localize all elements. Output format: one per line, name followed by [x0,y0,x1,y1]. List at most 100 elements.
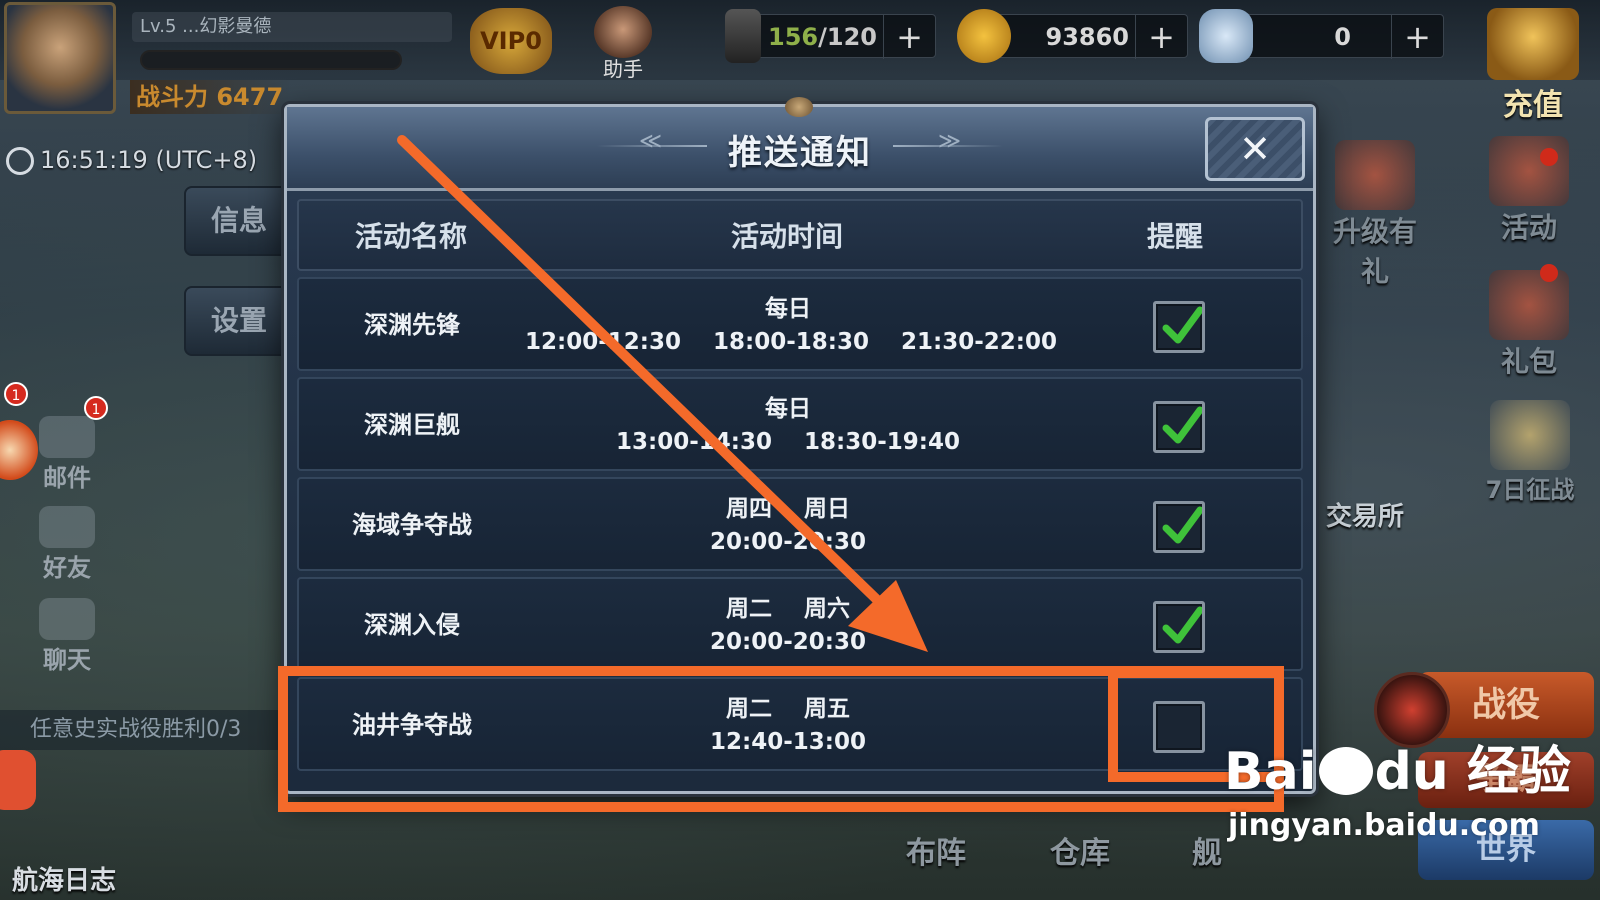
logo-text-right: 经验 [1466,742,1571,802]
baidu-logo: Bai du 经验 [1224,744,1571,800]
fuel-separator: / [818,23,827,51]
header-remind: 提醒 [1147,220,1204,253]
dialog-title: 推送通知 [728,133,872,173]
fuel-current: 156 [768,23,819,51]
activity-time: 每日 12:00-12:30 18:00-18:30 21:30-22:00 [525,293,1057,359]
voyage-log-button[interactable]: 航海日志 [12,860,116,897]
activity-hours: 20:00-20:30 [710,529,866,555]
mail-badge: 1 [84,396,108,420]
check-icon [1162,306,1202,344]
gift-pack-label: 礼包 [1500,345,1557,378]
ship-button[interactable]: 舰 [1192,828,1222,872]
gem-resource: 0 + [1199,9,1444,63]
fuel-resource: 156/120 + [725,9,936,63]
logo-text-left: Bai [1224,742,1317,802]
gift-notification-dot [1540,264,1558,282]
gift-icon [1335,140,1415,210]
formation-button[interactable]: 布阵 [906,828,966,872]
table-row: 海域争夺战 周四 周日 20:00-20:30 [297,477,1303,571]
helper-label: 助手 [603,57,643,81]
chat-button[interactable]: 聊天 [32,598,102,675]
gold-resource: 93860 + [957,9,1188,63]
activity-days: 周二 周六 [725,596,851,622]
add-gem-button[interactable]: + [1391,15,1443,59]
activity-days: 每日 [765,296,811,322]
gold-amount: 93860 [1045,23,1130,51]
activity-days: 周四 周日 [725,496,851,522]
logo-text-mid: du [1374,742,1449,802]
remind-checkbox[interactable] [1153,601,1205,653]
activity-icon [1489,136,1569,206]
dice-icon[interactable] [0,750,36,810]
dialog-header: ≪ ≫ 推送通知 ✕ [287,97,1313,191]
activity-name: 深渊巨舰 [364,411,460,439]
activity-name: 深渊入侵 [364,611,460,639]
activity-time: 周四 周日 20:00-20:30 [525,493,1051,559]
mission-tracker[interactable]: 任意史实战役胜利0/3 [0,710,290,750]
clock-icon [6,147,34,175]
header-activity-time: 活动时间 [731,220,844,253]
seven-day-icon [1490,400,1570,470]
settings-button[interactable]: 设置 [184,286,294,356]
close-button[interactable]: ✕ [1205,117,1305,181]
seven-day-label: 7日征战 [1485,476,1575,504]
gift-pack-button[interactable]: 礼包 [1474,270,1584,380]
chat-icon [39,598,95,640]
activity-notification-dot [1540,148,1558,166]
exchange-button[interactable]: 交易所 [1326,496,1404,533]
close-icon: ✕ [1239,127,1271,171]
seven-day-button[interactable]: 7日征战 [1470,400,1590,505]
recharge-button[interactable]: 充值 [1478,4,1588,124]
friends-icon [39,506,95,548]
gem-amount: 0 [1334,23,1351,51]
header-activity-name: 活动名称 [355,220,468,253]
clock-text: 16:51:19 (UTC+8) [40,146,258,174]
check-icon [1162,506,1202,544]
gem-icon [1199,9,1253,63]
info-button[interactable]: 信息 [184,186,294,256]
add-fuel-button[interactable]: + [883,15,935,59]
helper-button[interactable]: 助手 [588,6,658,81]
chat-label: 聊天 [43,646,91,674]
mail-button[interactable]: 邮件 [32,416,102,493]
exp-bar [140,50,402,70]
add-gold-button[interactable]: + [1135,15,1187,59]
baidu-watermark: Bai du 经验 jingyan.baidu.com [1224,744,1571,843]
activity-hours: 13:00-14:30 18:30-19:40 [616,429,960,455]
friends-button[interactable]: 好友 [32,506,102,583]
remind-checkbox[interactable] [1153,401,1205,453]
activity-name: 海域争夺战 [352,511,472,539]
activity-days: 每日 [765,396,811,422]
remind-checkbox[interactable] [1153,501,1205,553]
table-row: 深渊入侵 周二 周六 20:00-20:30 [297,577,1303,671]
vip-badge[interactable]: VIP0 [470,8,552,74]
check-icon [1162,606,1202,644]
recharge-label: 充值 [1503,88,1563,123]
event-badge: 1 [4,382,28,406]
activity-button[interactable]: 活动 [1474,136,1584,246]
chest-icon [1487,8,1579,80]
player-avatar[interactable] [4,2,116,114]
remind-checkbox[interactable] [1153,301,1205,353]
gift-pack-icon [1489,270,1569,340]
server-clock: 16:51:19 (UTC+8) [6,146,257,175]
player-name: Lv.5 ...幻影曼德 [132,12,452,42]
check-icon [1162,406,1202,444]
watermark-url: jingyan.baidu.com [1228,808,1540,843]
gold-coin-icon [957,9,1011,63]
campaign-emblem-icon [1374,672,1450,748]
friends-label: 好友 [43,554,91,582]
activity-hours: 12:00-12:30 18:00-18:30 21:30-22:00 [525,329,1057,355]
upgrade-gift-button[interactable]: 升级有礼 [1320,140,1430,290]
combat-power: 战斗力 6477 [130,80,290,114]
activity-time: 每日 13:00-14:30 18:30-19:40 [525,393,1051,459]
table-row: 深渊巨舰 每日 13:00-14:30 18:30-19:40 [297,377,1303,471]
mail-icon [39,416,95,458]
activity-name: 深渊先锋 [364,311,460,339]
warehouse-button[interactable]: 仓库 [1050,828,1110,872]
emblem-icon [785,97,813,117]
mail-label: 邮件 [43,464,91,492]
activity-label: 活动 [1500,211,1557,244]
fuel-icon [725,9,761,63]
table-header: 活动名称 活动时间 提醒 [297,199,1303,271]
